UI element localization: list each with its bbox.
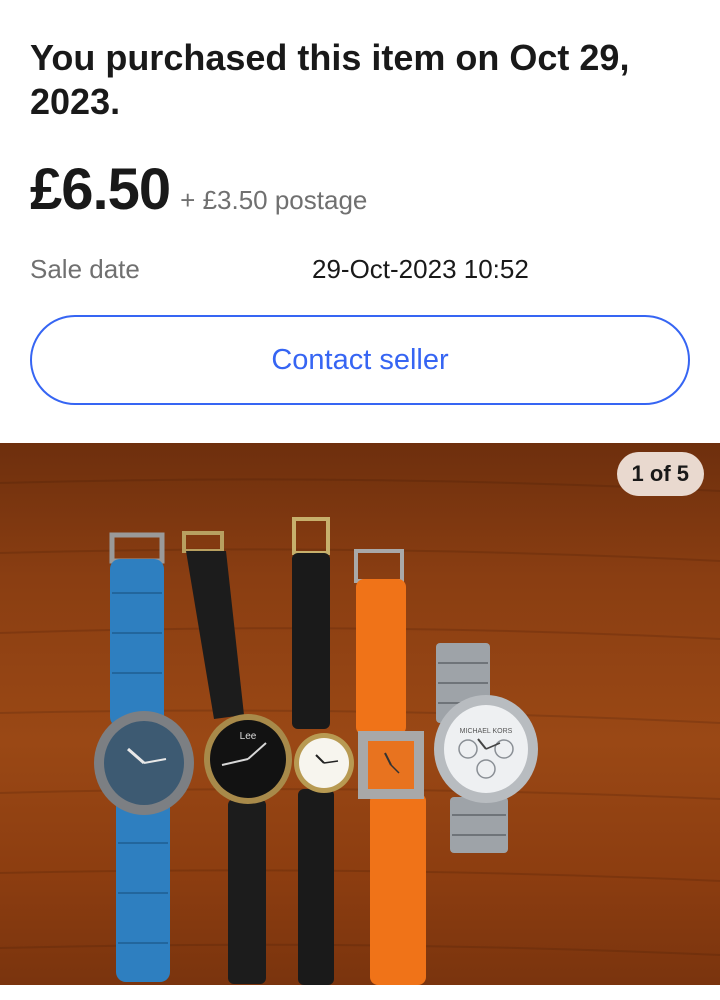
price-row: £6.50 + £3.50 postage — [30, 156, 367, 223]
item-photo[interactable]: Lee MICHAEL KORS 1 of 5 — [0, 443, 720, 985]
watch5-brand: MICHAEL KORS — [460, 728, 513, 735]
contact-seller-button[interactable]: Contact seller — [30, 315, 690, 405]
item-price: £6.50 — [30, 157, 171, 222]
image-counter: 1 of 5 — [616, 452, 704, 496]
sale-date-row: Sale date 29-Oct-2023 10:52 — [30, 254, 690, 288]
watch-black-lee: Lee — [182, 531, 292, 984]
watch-silver-chrono: MICHAEL KORS — [434, 643, 538, 853]
watch-blue — [94, 532, 194, 982]
watch-orange — [354, 549, 426, 985]
sale-date-value: 29-Oct-2023 10:52 — [312, 254, 529, 284]
postage-cost: + £3.50 postage — [180, 185, 368, 215]
sale-date-label: Sale date — [30, 254, 140, 284]
item-photo-illustration: Lee MICHAEL KORS — [0, 478, 720, 985]
watch-small-white — [292, 517, 354, 985]
watch2-brand: Lee — [240, 731, 257, 742]
purchase-message: You purchased this item on Oct 29, 2023. — [30, 37, 630, 122]
